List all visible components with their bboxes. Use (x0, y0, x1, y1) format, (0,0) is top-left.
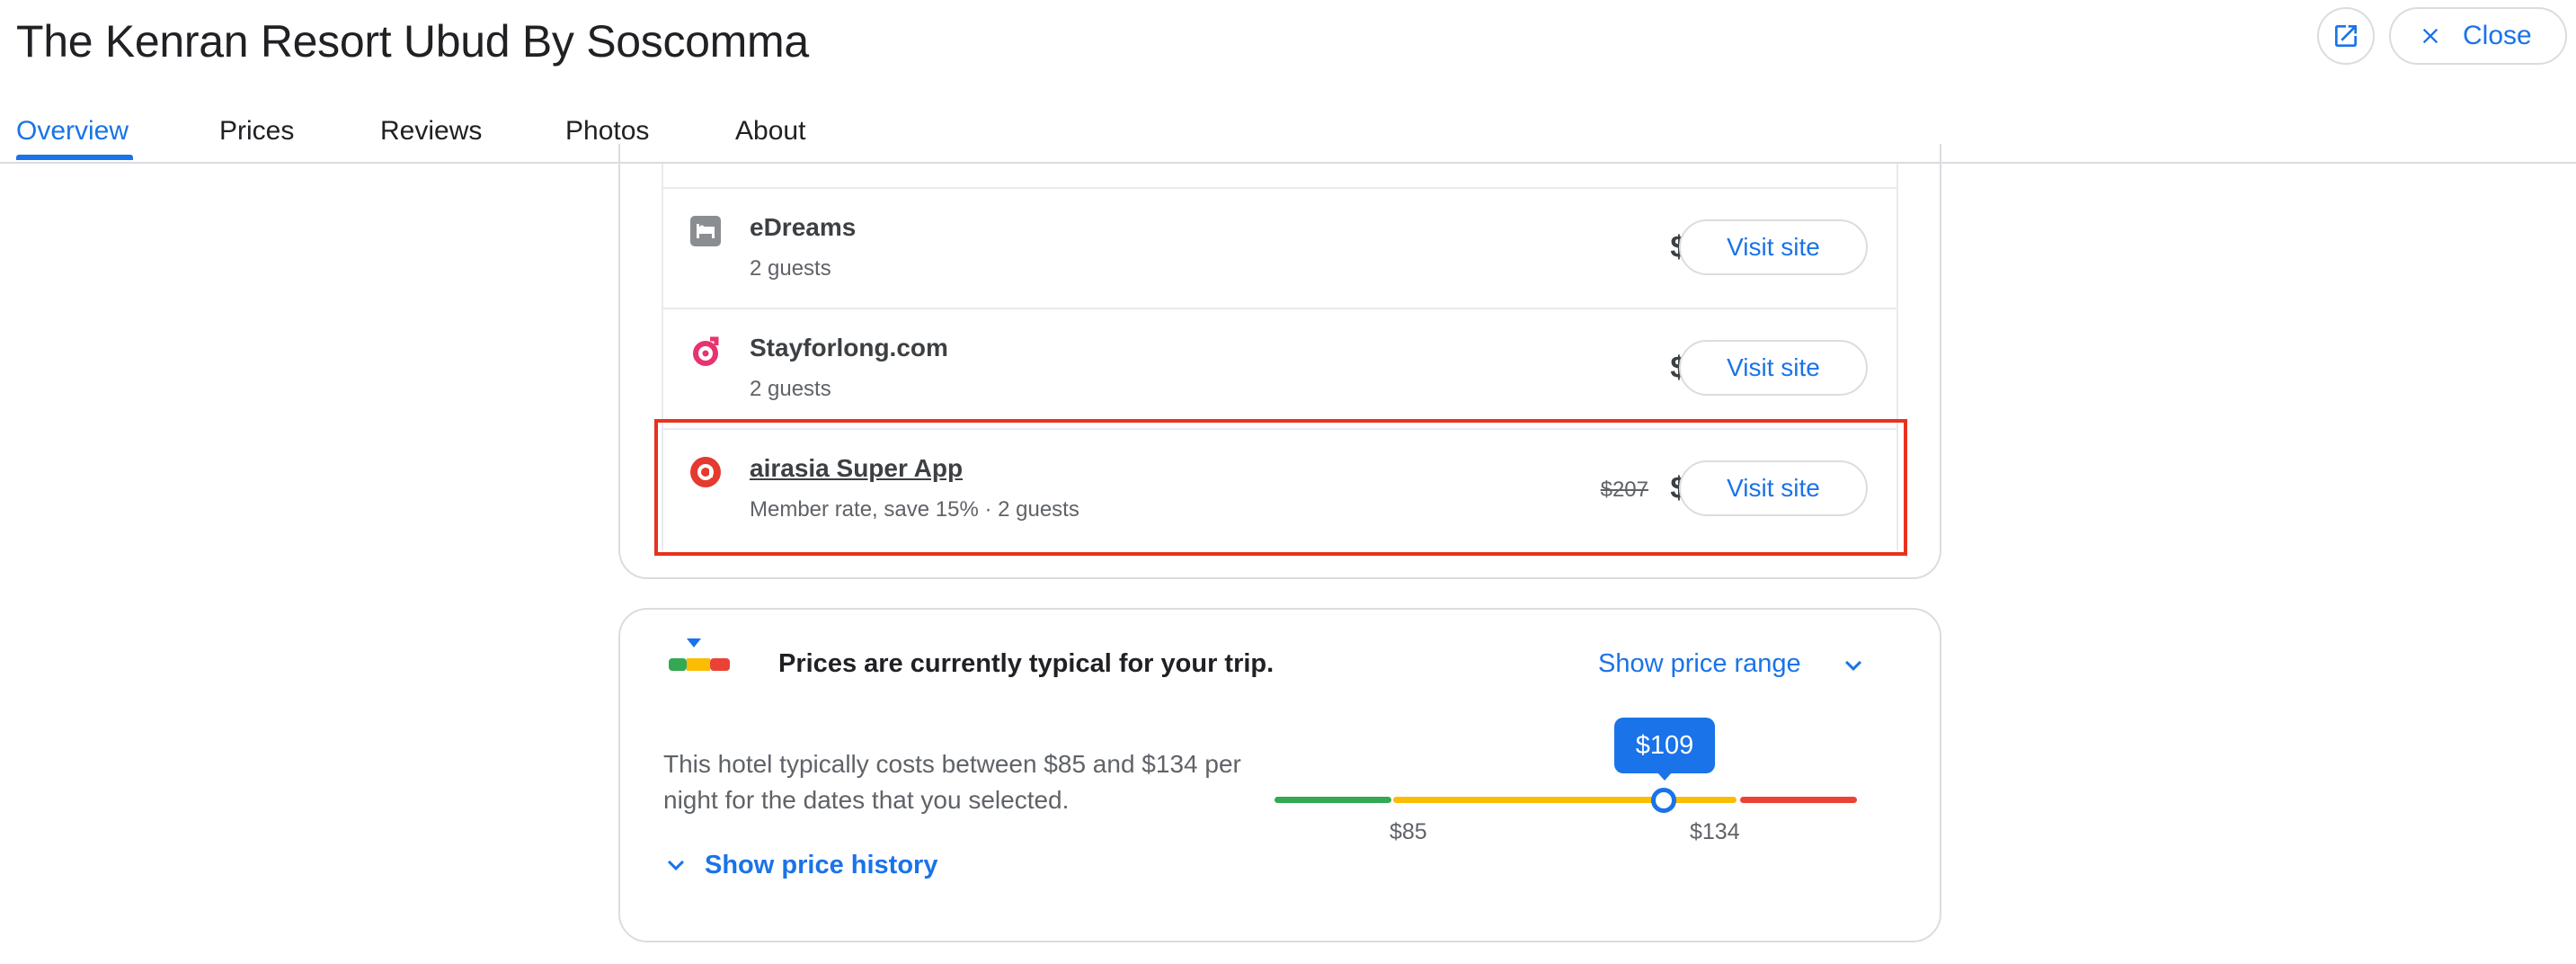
close-button[interactable]: Close (2389, 7, 2567, 65)
provider-details: 2 guests (750, 377, 831, 401)
tab-photos[interactable]: Photos (565, 115, 649, 147)
close-label: Close (2463, 21, 2532, 50)
active-tab-indicator (16, 155, 133, 160)
close-icon (2422, 28, 2438, 44)
highlight-box (654, 419, 1907, 556)
stayforlong-logo-icon (693, 336, 719, 366)
price-status-text: Prices are currently typical for your tr… (778, 649, 1275, 678)
range-high-label: $134 (1690, 819, 1740, 844)
tab-overview[interactable]: Overview (16, 115, 129, 147)
tab-prices[interactable]: Prices (219, 115, 294, 147)
low-price-segment (1275, 797, 1391, 803)
price-range-description: This hotel typically costs between $85 a… (663, 750, 1241, 814)
provider-name[interactable]: eDreams (750, 212, 856, 243)
open-in-new-button[interactable] (2317, 7, 2375, 65)
open-in-new-icon (2335, 25, 2357, 47)
high-price-segment (1740, 797, 1857, 803)
show-price-range-button[interactable]: Show price range (1598, 647, 1801, 680)
provider-details: 2 guests (750, 256, 831, 281)
bed-icon (690, 216, 721, 246)
current-price-bubble: $109 (1614, 718, 1715, 773)
tab-about[interactable]: About (735, 115, 805, 147)
price-gauge-icon (669, 638, 730, 671)
typical-price-segment (1393, 797, 1737, 803)
visit-site-button[interactable]: Visit site (1679, 340, 1868, 396)
current-price-marker (1651, 788, 1676, 813)
visit-site-button[interactable]: Visit site (1679, 219, 1868, 275)
provider-row-edreams[interactable]: eDreams 2 guests $223 Visit site (663, 187, 1896, 306)
chevron-down-icon[interactable] (660, 849, 692, 881)
chevron-down-icon[interactable] (1837, 649, 1870, 682)
tab-reviews[interactable]: Reviews (380, 115, 482, 147)
hotel-title: The Kenran Resort Ubud By Soscomma (16, 16, 809, 67)
range-low-label: $85 (1390, 819, 1427, 844)
provider-row-stayforlong[interactable]: Stayforlong.com 2 guests $188 Visit site (663, 308, 1896, 426)
hotel-header: The Kenran Resort Ubud By Soscomma Close… (0, 0, 2576, 164)
show-price-history-button[interactable]: Show price history (705, 849, 937, 881)
bubble-pointer (1657, 772, 1673, 781)
provider-name[interactable]: Stayforlong.com (750, 333, 948, 363)
